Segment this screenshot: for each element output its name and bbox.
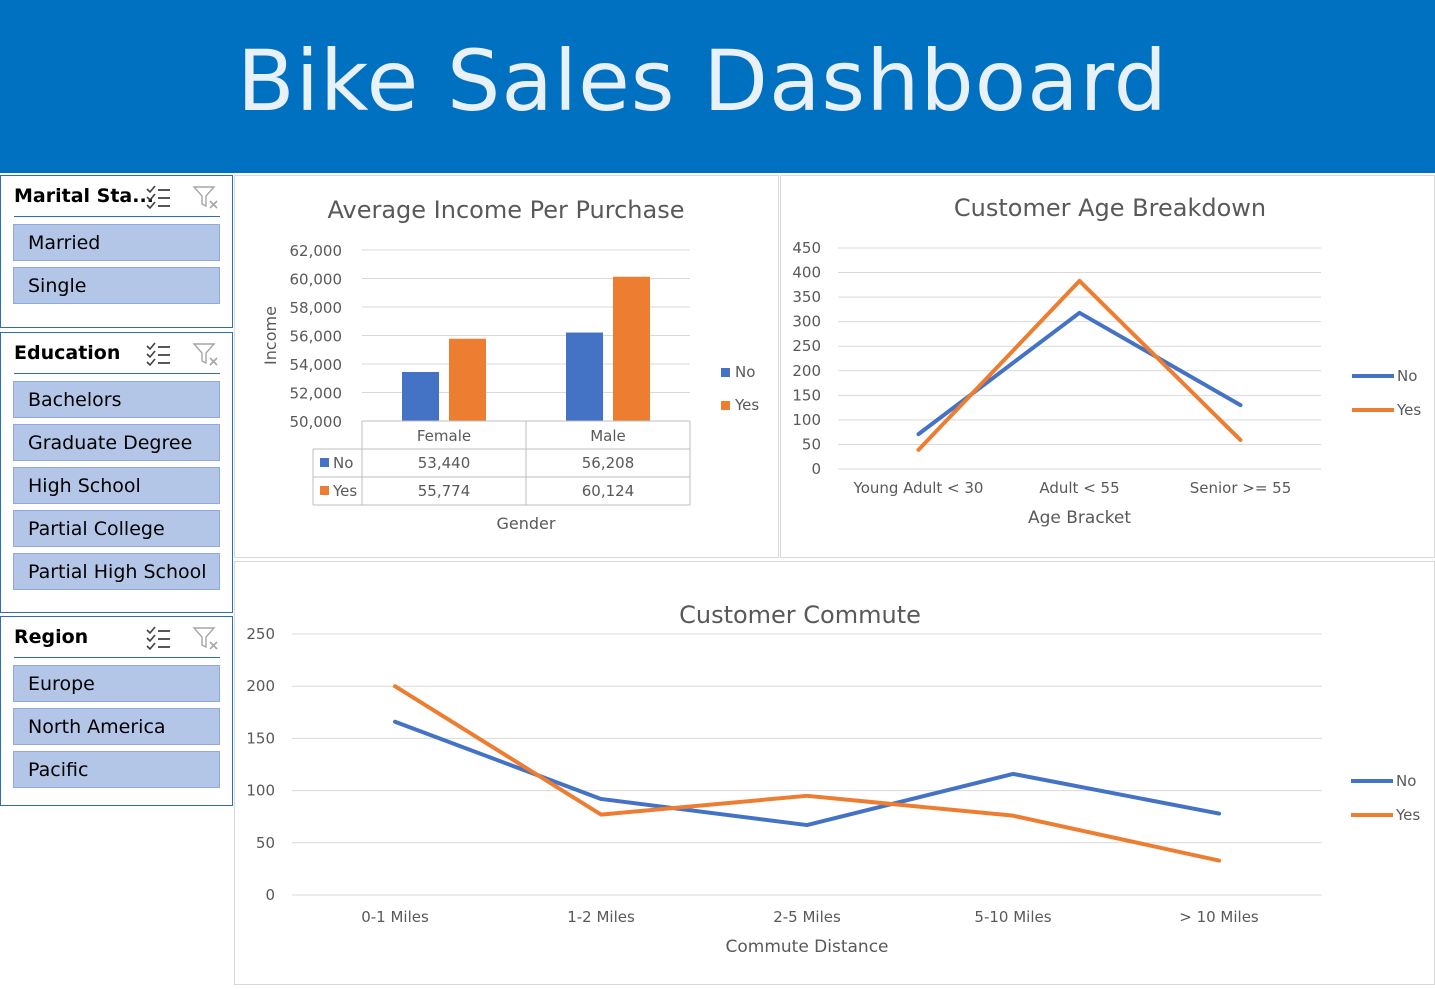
- chart-title: Customer Age Breakdown: [954, 194, 1266, 222]
- slicer-title: Region: [14, 626, 89, 648]
- bar-no: [402, 371, 439, 421]
- clear-filter-icon[interactable]: [192, 184, 220, 210]
- x-tick-label: Adult < 55: [1039, 479, 1119, 497]
- bar-yes: [613, 276, 650, 421]
- x-tick-label: Male: [590, 427, 626, 445]
- y-tick-label: 250: [246, 625, 275, 643]
- y-tick-label: 150: [792, 386, 821, 404]
- slicer-item-high-school[interactable]: High School: [13, 467, 220, 504]
- dashboard-title: Bike Sales Dashboard: [237, 31, 1168, 130]
- slicer-item-pacific[interactable]: Pacific: [13, 751, 220, 788]
- clear-filter-icon[interactable]: [192, 341, 220, 367]
- slicer-item-europe[interactable]: Europe: [13, 665, 220, 702]
- slicer-item-graduate-degree[interactable]: Graduate Degree: [13, 424, 220, 461]
- slicer-item-north-america[interactable]: North America: [13, 708, 220, 745]
- y-tick-label: 0: [811, 460, 821, 478]
- commute-chart: Customer Commute 250 200 150 100 50 0 0-1 Miles…: [246, 601, 1420, 957]
- y-tick-label: 100: [792, 411, 821, 429]
- multi-select-icon[interactable]: [144, 625, 172, 651]
- multi-select-icon[interactable]: [144, 184, 172, 210]
- legend-label: No: [1396, 772, 1416, 790]
- y-tick-label: 50: [256, 834, 275, 852]
- y-tick-label: 52,000: [290, 385, 343, 403]
- legend-label: Yes: [734, 396, 759, 414]
- y-tick-label: 100: [246, 782, 275, 800]
- x-axis-label: Gender: [497, 514, 556, 533]
- slicer-title: Education: [14, 342, 121, 364]
- y-tick-label: 50: [802, 435, 821, 453]
- slicer-item-bachelors[interactable]: Bachelors: [13, 381, 220, 418]
- y-tick-label: 150: [246, 729, 275, 747]
- legend-label: No: [735, 363, 755, 381]
- clear-filter-icon[interactable]: [192, 625, 220, 651]
- slicer-item-partial-college[interactable]: Partial College: [13, 510, 220, 547]
- y-tick-label: 200: [792, 362, 821, 380]
- slicer-region: Region Europe North America Pacific: [0, 616, 233, 806]
- income-chart-panel[interactable]: Average Income Per Purchase 62,000 60,000 5…: [234, 175, 779, 558]
- slicer-header: Marital Sta...: [14, 176, 220, 217]
- x-tick-label: Young Adult < 30: [853, 479, 984, 497]
- age-chart: Customer Age Breakdown 450 400 350 300 250 200…: [792, 194, 1421, 528]
- y-axis-label: Income: [261, 306, 280, 365]
- legend-label: Yes: [1395, 806, 1420, 824]
- slicer-item-married[interactable]: Married: [13, 224, 220, 261]
- slicer-marital-status: Marital Sta... Married Single: [0, 175, 233, 328]
- x-tick-label: 0-1 Miles: [361, 908, 429, 926]
- x-tick-label: Senior >= 55: [1190, 479, 1292, 497]
- slicer-item-partial-high-school[interactable]: Partial High School: [13, 553, 220, 590]
- multi-select-icon[interactable]: [144, 341, 172, 367]
- x-axis-label: Age Bracket: [1028, 508, 1131, 528]
- y-tick-label: 56,000: [290, 328, 343, 346]
- data-label: 55,774: [418, 482, 471, 500]
- chart-title: Customer Commute: [679, 601, 921, 629]
- slicer-title: Marital Sta...: [14, 185, 154, 207]
- slicer-header: Education: [14, 333, 220, 374]
- table-row-label: Yes: [332, 482, 357, 500]
- data-label: 56,208: [582, 454, 635, 472]
- slicer-header: Region: [14, 617, 220, 658]
- x-tick-label: > 10 Miles: [1179, 908, 1259, 926]
- table-legend-key: [320, 486, 329, 495]
- bar-yes: [449, 338, 486, 421]
- income-chart: Average Income Per Purchase 62,000 60,000 5…: [261, 196, 759, 533]
- slicer-item-single[interactable]: Single: [13, 267, 220, 304]
- y-tick-label: 250: [792, 337, 821, 355]
- y-tick-label: 400: [792, 264, 821, 282]
- legend-label: Yes: [1396, 401, 1421, 419]
- age-chart-panel[interactable]: Customer Age Breakdown 450 400 350 300 250 200…: [780, 175, 1435, 558]
- line-series-no: [393, 719, 1221, 828]
- legend-label: No: [1397, 367, 1417, 385]
- chart-title: Average Income Per Purchase: [328, 196, 685, 224]
- y-tick-label: 300: [792, 313, 821, 331]
- line-series-yes: [393, 684, 1221, 863]
- y-tick-label: 50,000: [290, 413, 343, 431]
- x-tick-label: 2-5 Miles: [773, 908, 841, 926]
- x-tick-label: 1-2 Miles: [567, 908, 635, 926]
- data-label: 53,440: [418, 454, 471, 472]
- table-legend-key: [320, 458, 329, 467]
- y-tick-label: 450: [792, 239, 821, 257]
- y-tick-label: 58,000: [290, 299, 343, 317]
- commute-chart-panel[interactable]: Customer Commute 250 200 150 100 50 0 0-1 Miles…: [234, 561, 1435, 985]
- line-series-yes: [916, 278, 1243, 452]
- legend-key-no: [721, 368, 730, 377]
- slicer-education: Education Bachelors Graduate Degree High…: [0, 332, 233, 613]
- y-tick-label: 62,000: [290, 242, 343, 260]
- x-tick-label: Female: [417, 427, 471, 445]
- bar-no: [566, 332, 603, 421]
- x-axis-label: Commute Distance: [725, 937, 888, 957]
- y-tick-label: 200: [246, 677, 275, 695]
- dashboard-header: Bike Sales Dashboard: [0, 0, 1435, 173]
- y-tick-label: 350: [792, 288, 821, 306]
- table-row-label: No: [333, 454, 353, 472]
- y-tick-label: 54,000: [290, 356, 343, 374]
- legend-key-yes: [721, 401, 730, 410]
- line-series-no: [916, 310, 1243, 437]
- y-tick-label: 0: [265, 886, 275, 904]
- y-tick-label: 60,000: [290, 271, 343, 289]
- x-tick-label: 5-10 Miles: [974, 908, 1051, 926]
- data-label: 60,124: [582, 482, 635, 500]
